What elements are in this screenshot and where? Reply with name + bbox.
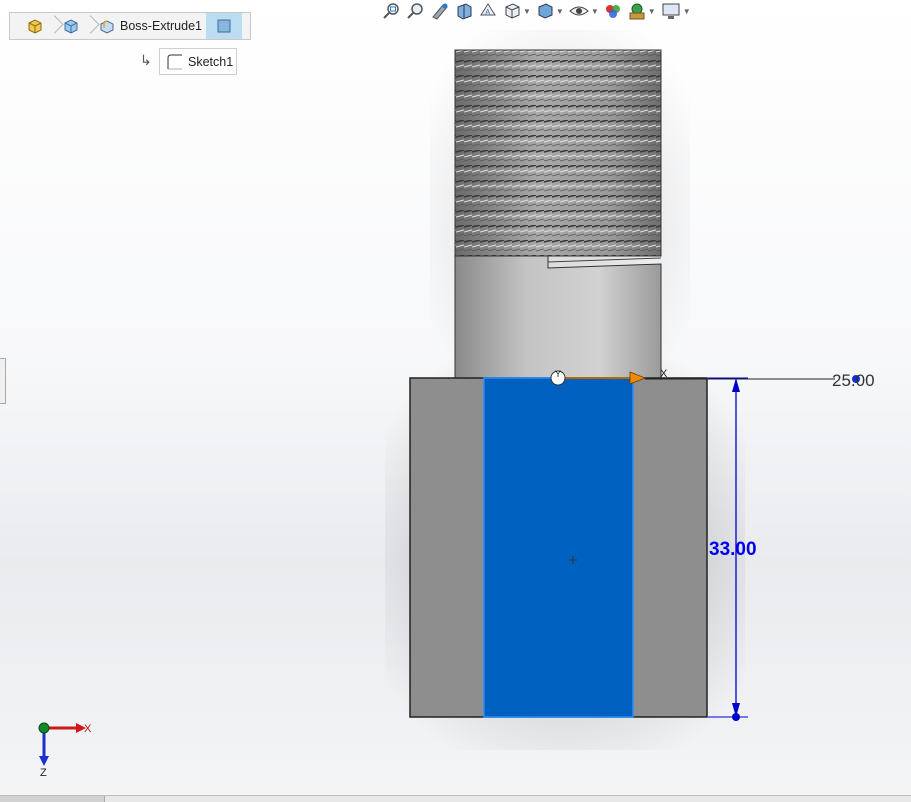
edit-appearance-button[interactable] [603, 1, 623, 21]
dynamic-annotation-button[interactable]: A [478, 1, 498, 21]
chevron-down-icon[interactable]: ▼ [648, 7, 656, 16]
vertical-dimension-value[interactable]: 33.00 [709, 539, 757, 560]
triad-x-label: X [84, 723, 92, 735]
previous-view-icon [432, 3, 448, 20]
sketch-label: Sketch1 [188, 54, 234, 69]
breadcrumb-separator [48, 13, 58, 39]
display-style-button[interactable]: ▼ [535, 1, 564, 21]
zoom-to-fit-button[interactable] [382, 1, 402, 21]
chevron-down-icon[interactable]: ▼ [591, 7, 599, 16]
zoom-to-area-button[interactable] [406, 1, 426, 21]
graphics-viewport[interactable]: Y X 25.00 33.00 X Z [0, 0, 911, 801]
breadcrumb: Boss-Extrude1 [9, 12, 251, 40]
previous-view-button[interactable] [430, 1, 450, 21]
svg-text:A: A [485, 8, 491, 17]
breadcrumb-feature[interactable]: Boss-Extrude1 [94, 13, 206, 39]
zoom-to-fit-icon [383, 3, 399, 19]
child-arrow-icon: ↳ [140, 52, 152, 68]
zoom-to-area-icon [407, 3, 423, 19]
section-view-icon [457, 3, 472, 20]
breadcrumb-separator [84, 13, 94, 39]
section-view-button[interactable] [454, 1, 474, 21]
hide-show-items-icon [569, 6, 589, 16]
chevron-down-icon[interactable]: ▼ [556, 7, 564, 16]
view-orientation-icon [505, 3, 520, 19]
shaft-section[interactable] [454, 255, 662, 379]
sketch-icon [167, 54, 182, 69]
solid-body-icon [64, 19, 78, 34]
breadcrumb-face[interactable] [205, 13, 242, 39]
sketch-plane-icon [217, 19, 231, 33]
edit-appearance-icon [605, 5, 620, 18]
chevron-down-icon[interactable]: ▼ [523, 7, 531, 16]
breadcrumb-part[interactable] [10, 13, 48, 39]
hide-show-items-button[interactable]: ▼ [568, 1, 599, 21]
breadcrumb-sketch[interactable]: Sketch1 [159, 48, 237, 75]
apply-scene-button[interactable]: ▼ [627, 1, 656, 21]
view-settings-button[interactable]: ▼ [660, 1, 691, 21]
model-tab[interactable] [0, 796, 105, 802]
origin-x-label: X [660, 368, 668, 380]
dynamic-annotation-icon: A [480, 3, 496, 17]
sketch-rectangle[interactable] [483, 377, 634, 718]
apply-scene-icon [629, 3, 645, 20]
horizontal-dimension-value[interactable]: 25.00 [832, 371, 875, 390]
display-style-icon [538, 3, 553, 19]
breadcrumb-feature-label: Boss-Extrude1 [120, 19, 202, 33]
view-orientation-button[interactable]: ▼ [502, 1, 531, 21]
reference-triad[interactable]: X Z [38, 722, 92, 779]
view-settings-icon [662, 3, 680, 19]
heads-up-view-toolbar: A ▼ ▼ ▼ ▼ ▼ [382, 0, 691, 22]
origin-y-label: Y [555, 369, 561, 379]
part-icon [28, 19, 42, 34]
chevron-down-icon[interactable]: ▼ [683, 7, 691, 16]
collapsed-panel-tab[interactable] [0, 358, 6, 404]
threaded-section[interactable] [454, 49, 662, 257]
boss-extrude-icon [100, 20, 114, 34]
triad-z-label: Z [40, 767, 47, 779]
